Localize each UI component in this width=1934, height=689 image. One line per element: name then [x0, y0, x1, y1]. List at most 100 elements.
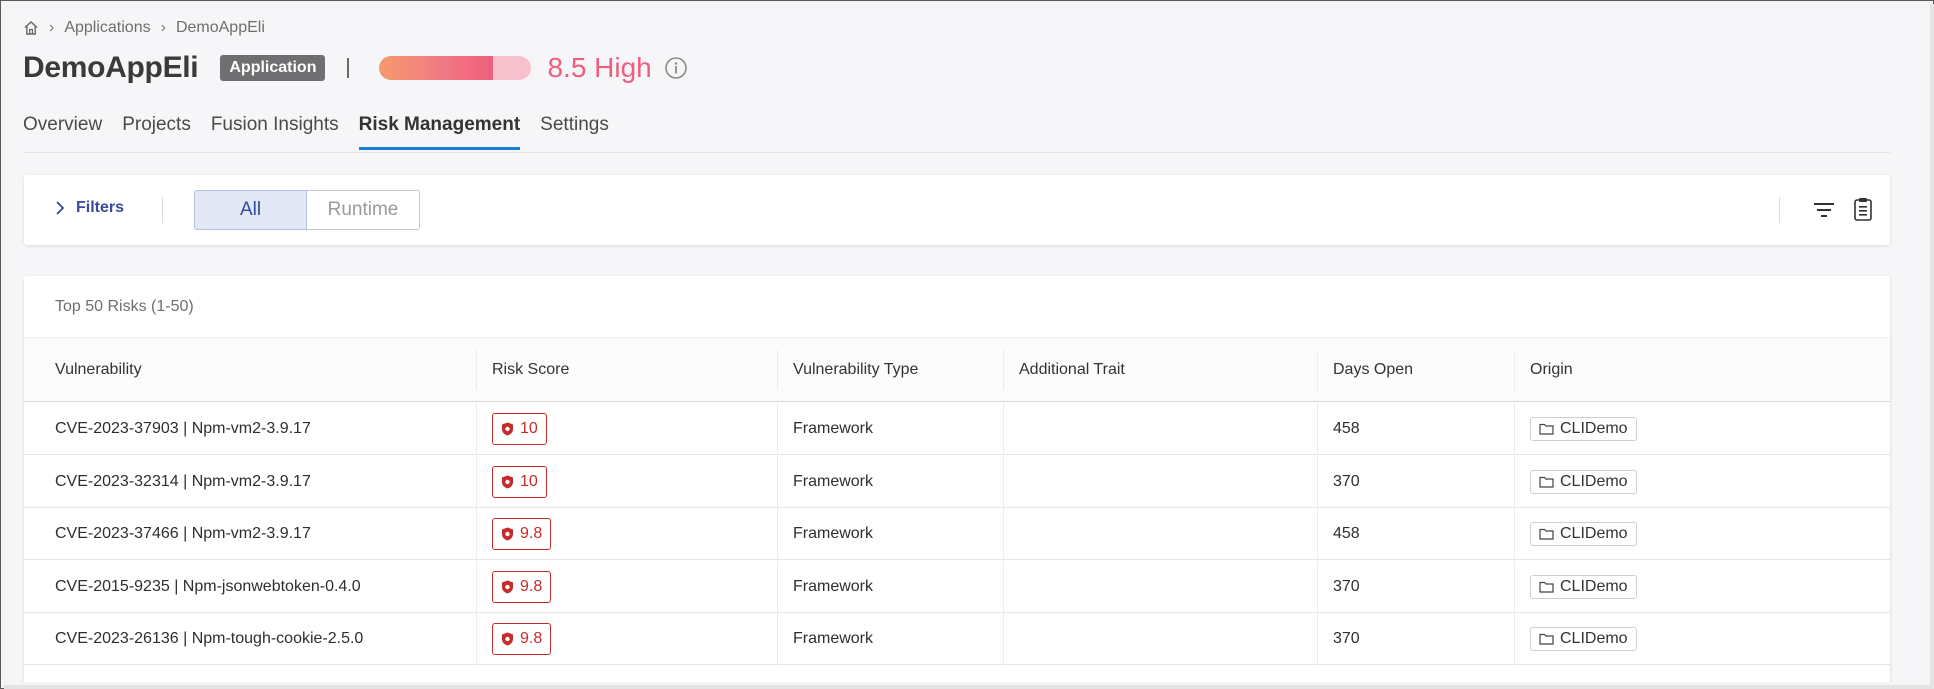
filters-label: Filters	[76, 199, 125, 216]
folder-icon	[1539, 476, 1554, 488]
tab-risk-management[interactable]: Risk Management	[358, 108, 520, 150]
vulnerability-cell[interactable]: CVE-2023-26136 | Npm-tough-cookie-2.5.0	[55, 613, 363, 665]
table-row[interactable]: CVE-2023-37466 | Npm-vm2-3.9.17 9.8 Fram…	[24, 508, 1890, 560]
home-icon[interactable]	[23, 20, 39, 36]
column-header-days-open[interactable]: Days Open	[1333, 338, 1413, 402]
breadcrumb-separator: ›	[49, 19, 55, 36]
column-divider	[777, 508, 778, 560]
folder-icon	[1539, 423, 1554, 435]
breadcrumb: › Applications › DemoAppEli	[23, 18, 265, 38]
risk-score-value: 9.8	[520, 577, 543, 595]
risk-score-badge[interactable]: 9.8	[492, 518, 552, 550]
folder-icon	[1539, 633, 1554, 645]
origin-chip[interactable]: CLIDemo	[1530, 574, 1637, 599]
origin-chip[interactable]: CLIDemo	[1530, 627, 1637, 651]
table-row[interactable]: CVE-2023-32314 | Npm-vm2-3.9.17 10 Frame…	[24, 455, 1890, 508]
filters-toggle[interactable]: Filters	[54, 199, 124, 217]
column-divider	[476, 455, 477, 508]
risk-score-badge[interactable]: 10	[492, 465, 547, 498]
risk-score-cell: 10	[492, 403, 547, 455]
vulnerability-type-cell: Framework	[793, 577, 874, 595]
window-frame: › Applications › DemoAppEli DemoAppEli A…	[0, 0, 1934, 689]
column-divider	[1514, 403, 1515, 455]
column-divider	[476, 508, 477, 560]
risk-score-badge[interactable]: 9.8	[492, 623, 552, 655]
risk-score-cell: 9.8	[492, 508, 552, 560]
window-shadow	[1930, 4, 1934, 689]
risk-score-bar-fill	[379, 56, 494, 80]
column-divider	[1003, 613, 1004, 665]
chevron-right-icon	[56, 201, 65, 215]
toolbar-divider	[1779, 197, 1780, 223]
column-divider	[1317, 560, 1318, 613]
segment-all[interactable]: All	[194, 190, 307, 230]
risk-score-badge[interactable]: 10	[492, 413, 547, 445]
tab-overview[interactable]: Overview	[23, 108, 102, 148]
origin-cell: CLIDemo	[1530, 456, 1637, 508]
days-open-cell: 370	[1333, 630, 1360, 647]
column-header-origin[interactable]: Origin	[1530, 338, 1573, 402]
column-divider	[1317, 613, 1318, 665]
vulnerability-cell[interactable]: CVE-2015-9235 | Npm-jsonwebtoken-0.4.0	[55, 561, 361, 613]
vulnerability-type-cell: Framework	[793, 420, 874, 437]
table-caption: Top 50 Risks (1-50)	[55, 298, 194, 315]
column-divider	[1317, 508, 1318, 560]
tabs-divider	[23, 152, 1890, 153]
days-open-cell: 458	[1333, 525, 1360, 542]
origin-label: CLIDemo	[1560, 525, 1628, 542]
table-header: Vulnerability Risk Score Vulnerability T…	[24, 338, 1890, 402]
origin-chip[interactable]: CLIDemo	[1530, 417, 1637, 441]
tab-fusion-insights[interactable]: Fusion Insights	[211, 108, 339, 148]
tab-bar: Overview Projects Fusion Insights Risk M…	[23, 108, 629, 150]
column-divider	[1003, 403, 1004, 455]
shield-icon	[502, 527, 513, 541]
column-divider	[1514, 455, 1515, 508]
column-divider	[476, 350, 477, 390]
tab-projects[interactable]: Projects	[122, 108, 191, 148]
tab-settings[interactable]: Settings	[540, 108, 609, 148]
column-divider	[476, 403, 477, 455]
vulnerability-cell[interactable]: CVE-2023-32314 | Npm-vm2-3.9.17	[55, 456, 311, 508]
origin-cell: CLIDemo	[1530, 403, 1637, 455]
column-divider	[1317, 403, 1318, 455]
origin-label: CLIDemo	[1560, 630, 1628, 647]
column-divider	[777, 403, 778, 455]
column-divider	[1317, 350, 1318, 390]
origin-chip[interactable]: CLIDemo	[1530, 522, 1637, 546]
column-divider	[1317, 455, 1318, 508]
segment-runtime[interactable]: Runtime	[307, 190, 420, 230]
info-icon[interactable]	[664, 56, 688, 80]
column-divider	[1003, 508, 1004, 560]
origin-chip[interactable]: CLIDemo	[1530, 469, 1637, 494]
risk-score-cell: 9.8	[492, 561, 552, 613]
origin-cell: CLIDemo	[1530, 613, 1637, 665]
column-divider	[1514, 508, 1515, 560]
risk-score-cell: 9.8	[492, 613, 552, 665]
title-divider	[347, 58, 350, 78]
column-header-vulnerability-type[interactable]: Vulnerability Type	[793, 338, 918, 402]
column-header-vulnerability[interactable]: Vulnerability	[55, 338, 142, 402]
risk-score-badge[interactable]: 9.8	[492, 570, 552, 603]
vulnerability-cell[interactable]: CVE-2023-37903 | Npm-vm2-3.9.17	[55, 403, 311, 455]
breadcrumb-applications[interactable]: Applications	[64, 19, 150, 37]
risk-score-value: 9.8	[520, 630, 543, 647]
column-divider	[777, 455, 778, 508]
filter-toolbar: Filters All Runtime	[24, 175, 1890, 245]
table-row[interactable]: CVE-2015-9235 | Npm-jsonwebtoken-0.4.0 9…	[24, 560, 1890, 613]
clipboard-icon[interactable]	[1853, 197, 1873, 221]
days-open-cell: 370	[1333, 472, 1360, 490]
table-row[interactable]: CVE-2023-37903 | Npm-vm2-3.9.17 10 Frame…	[24, 403, 1890, 455]
table-row[interactable]: CVE-2023-26136 | Npm-tough-cookie-2.5.0 …	[24, 613, 1890, 665]
column-divider	[777, 350, 778, 390]
folder-icon	[1539, 528, 1554, 540]
column-header-additional-trait[interactable]: Additional Trait	[1019, 338, 1125, 402]
sort-icon[interactable]	[1813, 199, 1835, 221]
vulnerability-type-cell: Framework	[793, 630, 874, 647]
risk-score-bar	[379, 56, 532, 80]
column-divider	[1003, 455, 1004, 508]
risk-score-value: 10	[520, 472, 538, 490]
vulnerability-type-cell: Framework	[793, 525, 874, 542]
risk-score-value: 10	[520, 420, 538, 437]
column-header-risk-score[interactable]: Risk Score	[492, 338, 569, 402]
vulnerability-cell[interactable]: CVE-2023-37466 | Npm-vm2-3.9.17	[55, 508, 311, 560]
